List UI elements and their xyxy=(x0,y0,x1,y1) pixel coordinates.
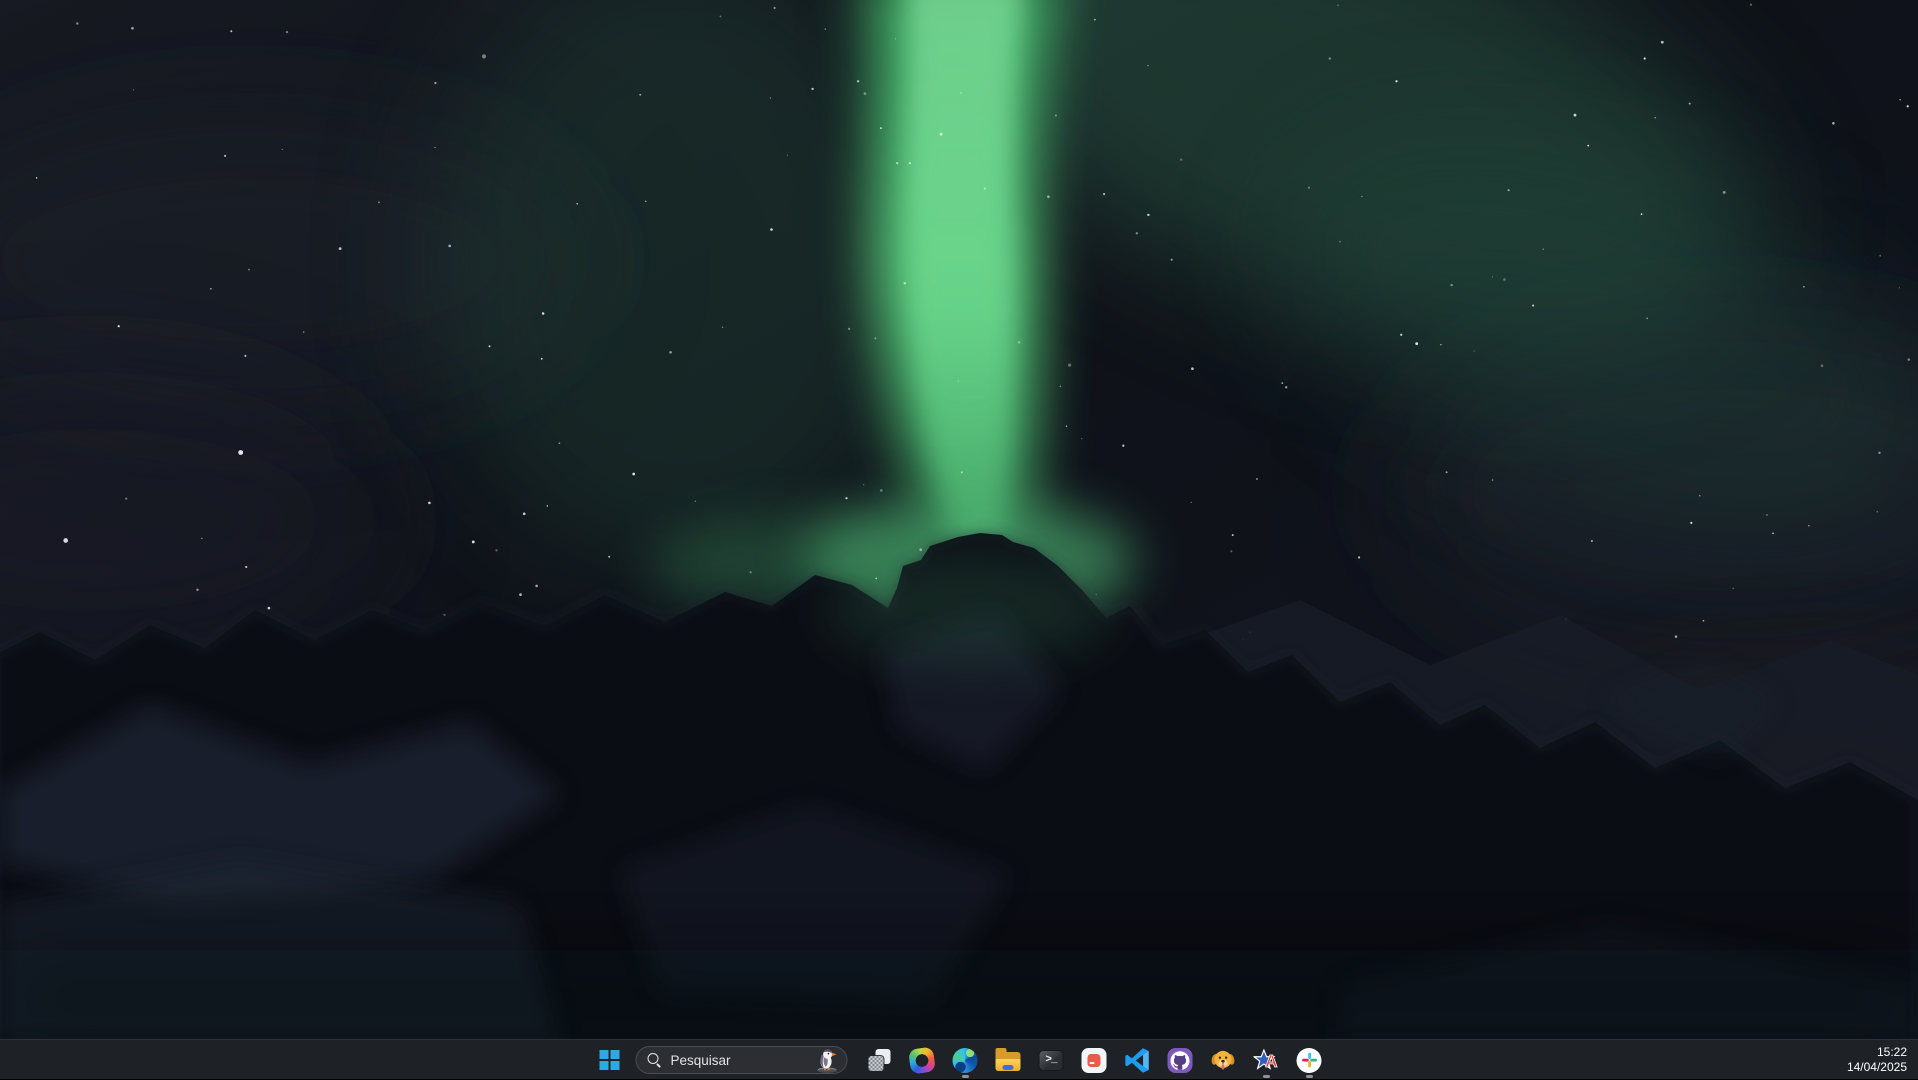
edge-browser-icon xyxy=(953,1048,978,1073)
clock-time: 15:22 xyxy=(1877,1045,1907,1060)
slack-icon xyxy=(1301,1052,1317,1068)
vscode-icon xyxy=(1125,1048,1150,1073)
red-blue-a-star-icon: A xyxy=(1254,1048,1279,1073)
file-explorer-button[interactable] xyxy=(987,1040,1030,1080)
svg-text:A: A xyxy=(1265,1051,1277,1071)
dog-face-icon xyxy=(1211,1048,1236,1073)
aurora-mountain-scene xyxy=(0,0,1918,1039)
red-square-app-button[interactable] xyxy=(1073,1040,1116,1080)
task-view-button[interactable] xyxy=(858,1040,901,1080)
edge-button[interactable] xyxy=(944,1040,987,1080)
vscode-button[interactable] xyxy=(1116,1040,1159,1080)
dog-app-button[interactable] xyxy=(1202,1040,1245,1080)
taskbar-center-group: Pesquisar xyxy=(588,1040,1331,1080)
clock-and-date[interactable]: 15:22 14/04/2025 xyxy=(1839,1040,1918,1080)
search-input[interactable]: Pesquisar xyxy=(636,1046,848,1074)
slack-app-background xyxy=(1297,1048,1322,1073)
folder-icon xyxy=(996,1052,1021,1071)
windows-logo-icon xyxy=(600,1050,620,1070)
clock-date: 14/04/2025 xyxy=(1847,1060,1907,1075)
copilot-button[interactable] xyxy=(901,1040,944,1080)
terminal-icon: >_ xyxy=(1039,1050,1064,1071)
aurora-reflection xyxy=(825,553,1115,663)
puffin-bird-icon xyxy=(816,1047,841,1073)
red-square-app-icon xyxy=(1082,1048,1107,1073)
search-icon xyxy=(648,1053,662,1067)
terminal-button[interactable]: >_ xyxy=(1030,1040,1073,1080)
a-letter-app-button[interactable]: A xyxy=(1245,1040,1288,1080)
task-view-icon xyxy=(868,1049,890,1071)
running-indicator xyxy=(1306,1075,1313,1078)
slack-button[interactable] xyxy=(1288,1040,1331,1080)
taskbar: Pesquisar xyxy=(0,1039,1918,1079)
octocat-icon xyxy=(1171,1051,1190,1070)
github-app-background xyxy=(1168,1048,1193,1073)
running-indicator xyxy=(1263,1075,1270,1078)
running-indicator xyxy=(962,1075,969,1078)
copilot-icon xyxy=(908,1046,936,1074)
search-placeholder: Pesquisar xyxy=(671,1053,816,1068)
github-desktop-button[interactable] xyxy=(1159,1040,1202,1080)
start-button[interactable] xyxy=(588,1040,632,1080)
desktop-wallpaper xyxy=(0,0,1918,1039)
